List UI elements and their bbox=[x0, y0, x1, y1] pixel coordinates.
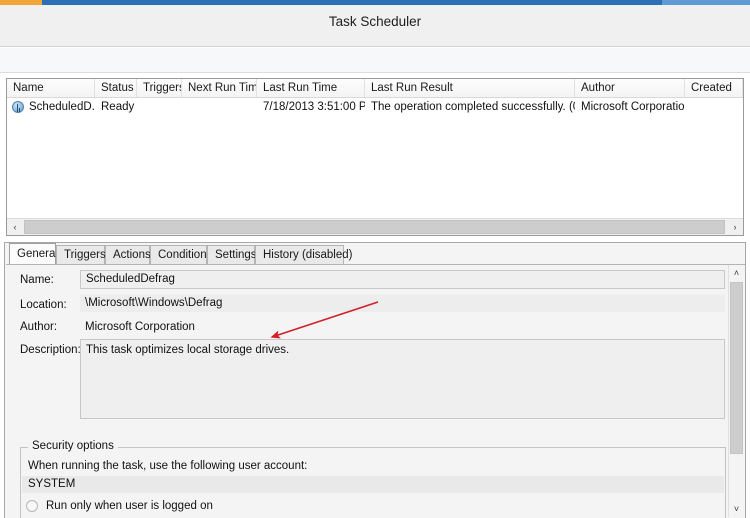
column-header[interactable]: Last Run Result bbox=[365, 79, 575, 97]
task-list-horizontal-scrollbar[interactable]: ‹ › bbox=[7, 218, 743, 235]
horizontal-scroll-thumb[interactable] bbox=[24, 220, 725, 234]
description-label: Description: bbox=[20, 344, 81, 356]
cell-next-run-time bbox=[182, 98, 257, 116]
detail-vertical-scrollbar[interactable]: ˄ ˅ bbox=[728, 265, 744, 517]
window-titlebar: Task Scheduler bbox=[0, 5, 750, 47]
window-title: Task Scheduler bbox=[328, 14, 422, 29]
location-value: \Microsoft\Windows\Defrag bbox=[80, 295, 725, 312]
table-row[interactable]: ScheduledD... Ready 7/18/2013 3:51:00 PM Th… bbox=[7, 98, 743, 116]
radio-button-unselected-icon[interactable] bbox=[26, 500, 38, 512]
general-tab-content: Name: ScheduledDefrag Location: \Microso… bbox=[6, 264, 745, 518]
name-label: Name: bbox=[20, 274, 54, 286]
cell-last-run-result: The operation completed successfully. (0… bbox=[371, 101, 575, 113]
column-header[interactable]: Triggers bbox=[137, 79, 182, 97]
security-options-legend: Security options bbox=[28, 440, 118, 452]
location-label: Location: bbox=[20, 299, 67, 311]
cell-triggers bbox=[137, 98, 182, 116]
task-detail-panel: General Triggers Actions Conditions Settings… bbox=[4, 242, 746, 518]
task-list-header: Name Status Triggers Next Run Time Last Run … bbox=[7, 79, 743, 98]
author-value: Microsoft Corporation bbox=[85, 321, 195, 333]
column-header[interactable]: Name bbox=[7, 79, 95, 97]
column-header[interactable]: Created bbox=[685, 79, 743, 97]
scroll-left-arrow-icon[interactable]: ‹ bbox=[7, 219, 23, 235]
column-header[interactable]: Status bbox=[95, 79, 137, 97]
detail-tab-bar: General Triggers Actions Conditions Settings… bbox=[5, 243, 745, 264]
tab-general[interactable]: General bbox=[9, 243, 58, 264]
column-header[interactable]: Next Run Time bbox=[182, 79, 257, 97]
tab-actions[interactable]: Actions bbox=[105, 245, 151, 264]
scroll-down-arrow-icon[interactable]: ˅ bbox=[729, 501, 744, 517]
task-list-panel: Name Status Triggers Next Run Time Last Run … bbox=[6, 78, 744, 236]
column-header[interactable]: Author bbox=[575, 79, 685, 97]
cell-author: Microsoft Corporation bbox=[581, 101, 685, 113]
cell-created bbox=[685, 98, 743, 116]
name-input[interactable]: ScheduledDefrag bbox=[80, 270, 725, 289]
security-account-value: SYSTEM bbox=[22, 476, 724, 493]
tab-conditions[interactable]: Conditions bbox=[150, 245, 212, 264]
cell-last-run-time: 7/18/2013 3:51:00 PM bbox=[263, 101, 365, 113]
scroll-right-arrow-icon[interactable]: › bbox=[727, 219, 743, 235]
author-label: Author: bbox=[20, 321, 58, 333]
tab-settings[interactable]: Settings bbox=[207, 245, 257, 264]
security-account-intro: When running the task, use the following… bbox=[28, 460, 308, 472]
vertical-scroll-thumb[interactable] bbox=[730, 282, 743, 454]
cell-name: ScheduledD... bbox=[29, 101, 95, 113]
column-header[interactable]: Last Run Time bbox=[257, 79, 365, 97]
tab-history-disabled[interactable]: History (disabled) bbox=[255, 245, 352, 264]
description-textarea[interactable]: This task optimizes local storage drives… bbox=[80, 339, 725, 419]
cell-status: Ready bbox=[101, 101, 135, 113]
toolbar-strip bbox=[0, 48, 750, 73]
radio-label: Run only when user is logged on bbox=[46, 500, 213, 512]
scroll-up-arrow-icon[interactable]: ˄ bbox=[729, 265, 744, 281]
tab-triggers[interactable]: Triggers bbox=[56, 245, 106, 264]
